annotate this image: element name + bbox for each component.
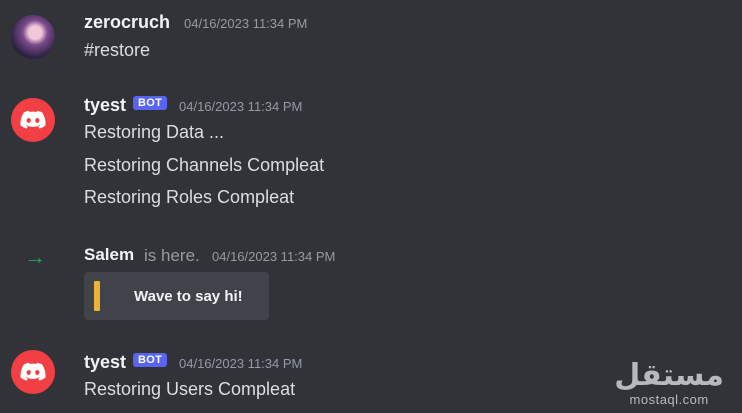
join-username[interactable]: Salem bbox=[84, 245, 134, 265]
bot-badge: BOT bbox=[133, 353, 168, 367]
avatar[interactable] bbox=[11, 15, 55, 59]
join-arrow-icon: → bbox=[24, 244, 46, 269]
message-timestamp: 04/16/2023 11:34 PM bbox=[179, 356, 303, 371]
message-text: #restore bbox=[84, 40, 151, 60]
wave-label: Wave to say hi! bbox=[134, 287, 243, 305]
watermark-latin: mostaql.com bbox=[629, 392, 709, 407]
wave-button[interactable]: Wave to say hi! bbox=[84, 272, 269, 320]
discord-logo-icon bbox=[20, 110, 46, 129]
discord-logo-icon bbox=[20, 362, 46, 381]
message-text: Restoring Data ... bbox=[84, 122, 225, 142]
username[interactable]: tyest bbox=[84, 95, 126, 116]
avatar[interactable] bbox=[11, 350, 55, 394]
bot-badge: BOT bbox=[133, 96, 168, 110]
username[interactable]: tyest bbox=[84, 352, 126, 373]
watermark-arabic: مستقل bbox=[614, 358, 724, 393]
message-text: Restoring Users Compleat bbox=[84, 379, 296, 399]
message-text: Restoring Channels Compleat bbox=[84, 155, 325, 175]
watermark: مستقل mostaql.com bbox=[614, 358, 724, 408]
message-timestamp: 04/16/2023 11:34 PM bbox=[184, 16, 308, 31]
join-timestamp: 04/16/2023 11:34 PM bbox=[212, 249, 336, 264]
wave-sticker-icon bbox=[94, 281, 100, 311]
avatar[interactable] bbox=[11, 98, 55, 142]
username[interactable]: zerocruch bbox=[84, 12, 170, 33]
message-timestamp: 04/16/2023 11:34 PM bbox=[179, 99, 303, 114]
join-text: is here. bbox=[144, 246, 200, 265]
message-text: Restoring Roles Compleat bbox=[84, 187, 295, 207]
